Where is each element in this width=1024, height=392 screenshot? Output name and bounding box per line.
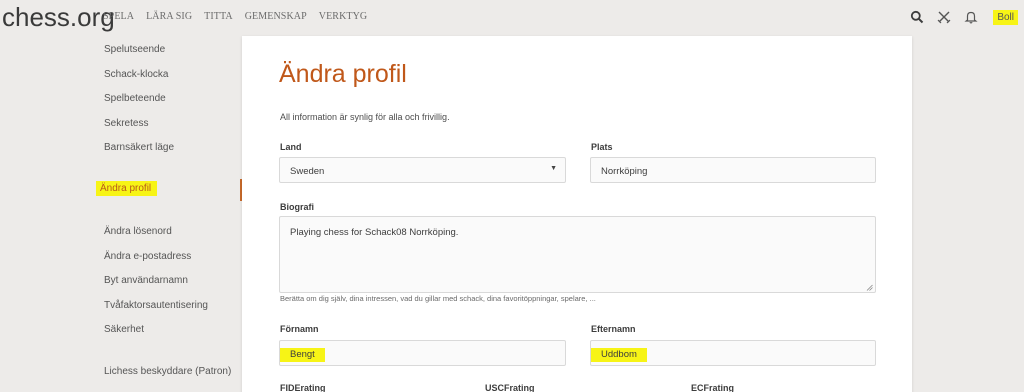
country-value: Sweden [290,166,325,177]
info-text: All information är synlig för alla och f… [280,112,450,122]
bio-value: Playing chess for Schack08 Norrköping. [290,227,459,238]
nav-learn[interactable]: LÄRA SIG [146,11,192,22]
fide-rating-label: FIDErating [280,383,326,392]
uscf-rating-label: USCFrating [485,383,535,392]
top-bar: chess.org SPELA LÄRA SIG TITTA GEMENSKAP… [0,0,1024,36]
sidebar-item-kid-mode[interactable]: Barnsäkert läge [104,142,174,153]
country-select[interactable]: Sweden ▼ [279,157,566,183]
location-label: Plats [591,142,613,152]
swords-icon[interactable] [937,10,951,24]
sidebar-item-chess-clock[interactable]: Schack-klocka [104,69,168,80]
sidebar-item-game-behavior[interactable]: Spelbeteende [104,93,166,104]
resize-handle-icon[interactable] [866,283,873,291]
nav-tools[interactable]: VERKTYG [319,11,367,22]
sidebar-item-edit-profile[interactable]: Ändra profil [96,181,158,196]
page-title: Ändra profil [279,60,407,88]
chevron-down-icon: ▼ [550,165,557,172]
sidebar-item-change-email[interactable]: Ändra e-postadress [104,251,191,262]
settings-sidebar: Spelutseende Schack-klocka Spelbeteende … [0,36,242,392]
search-icon[interactable] [910,10,924,24]
nav-watch[interactable]: TITTA [204,11,233,22]
site-logo[interactable]: chess.org [2,2,115,33]
ecf-rating-label: ECFrating [691,383,735,392]
country-label: Land [280,142,302,152]
nav-community[interactable]: GEMENSKAP [245,11,307,22]
sidebar-item-patron[interactable]: Lichess beskyddare (Patron) [104,366,231,377]
sidebar-item-change-username[interactable]: Byt användarnamn [104,275,188,286]
bio-label: Biografi [280,202,315,212]
first-name-value: Bengt [280,348,325,362]
bell-icon[interactable] [964,10,978,24]
last-name-input[interactable]: Uddbom [590,340,876,366]
header-tools: Boll [910,6,1024,28]
main-nav: SPELA LÄRA SIG TITTA GEMENSKAP VERKTYG [103,11,379,22]
user-menu[interactable]: Boll [993,9,1018,25]
sidebar-item-game-display[interactable]: Spelutseende [104,44,165,55]
location-input[interactable]: Norrköping [590,157,876,183]
sidebar-item-label: Ändra profil [96,181,158,196]
last-name-value: Uddbom [591,348,647,362]
first-name-input[interactable]: Bengt [279,340,566,366]
sidebar-item-security[interactable]: Säkerhet [104,324,144,335]
sidebar-item-privacy[interactable]: Sekretess [104,118,148,129]
last-name-label: Efternamn [591,324,636,334]
sidebar-item-change-password[interactable]: Ändra lösenord [104,226,172,237]
profile-panel: Ändra profil All information är synlig f… [242,36,912,392]
bio-help-text: Berätta om dig själv, dina intressen, va… [280,294,596,303]
bio-textarea[interactable]: Playing chess for Schack08 Norrköping. [279,216,876,293]
first-name-label: Förnamn [280,324,319,334]
nav-play[interactable]: SPELA [103,11,134,22]
sidebar-item-two-factor[interactable]: Tvåfaktorsautentisering [104,300,208,311]
